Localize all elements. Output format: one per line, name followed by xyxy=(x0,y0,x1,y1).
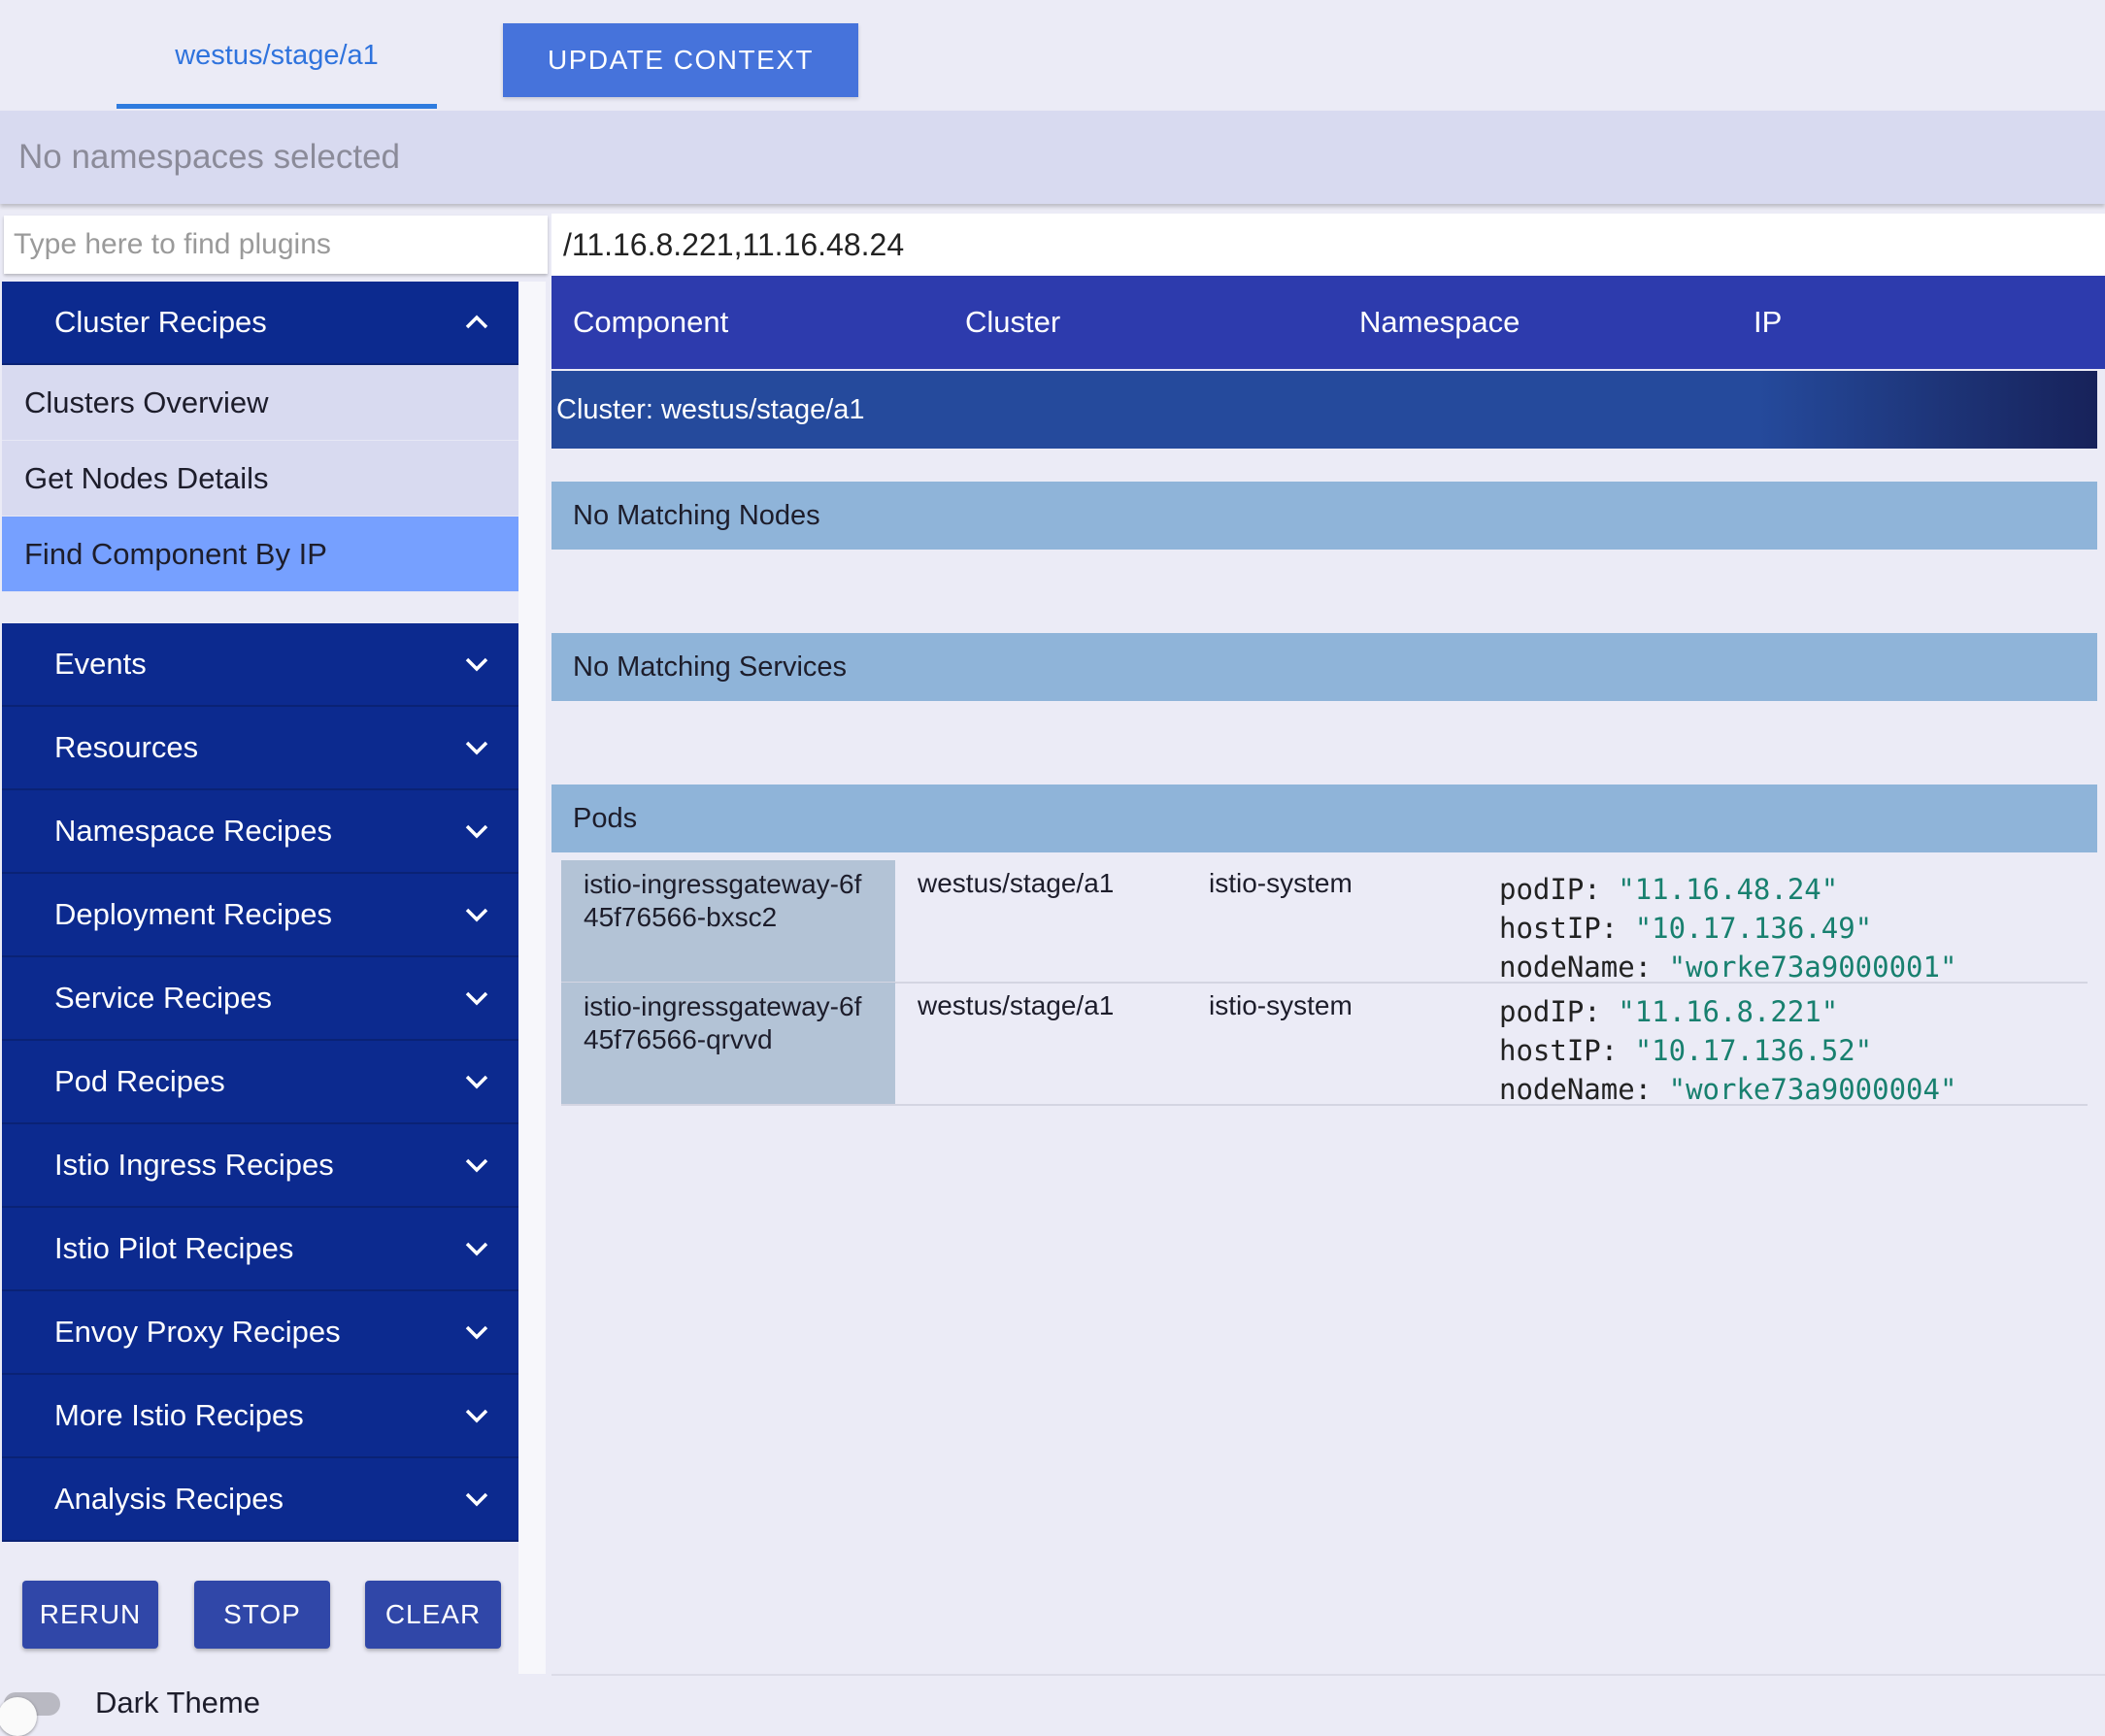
chevron-up-icon xyxy=(462,308,491,337)
group-label: Istio Pilot Recipes xyxy=(54,1231,294,1265)
group-namespace-recipes[interactable]: Namespace Recipes xyxy=(2,790,518,874)
chevron-down-icon xyxy=(462,1151,491,1180)
json-key: nodeName: xyxy=(1499,1073,1653,1106)
group-events[interactable]: Events xyxy=(2,623,518,707)
action-buttons: RERUN STOP CLEAR xyxy=(21,1581,507,1651)
section-pods: Pods xyxy=(551,785,2097,852)
chevron-down-icon xyxy=(462,1067,491,1096)
plugin-search-input[interactable] xyxy=(4,216,548,274)
column-cluster: Cluster xyxy=(965,305,1061,339)
column-namespace: Namespace xyxy=(1359,305,1520,339)
group-service-recipes[interactable]: Service Recipes xyxy=(2,957,518,1041)
ip-filter-input[interactable] xyxy=(551,214,2105,276)
json-key: hostIP: xyxy=(1499,1034,1619,1067)
group-cluster-recipes[interactable]: Cluster Recipes xyxy=(2,282,518,365)
chevron-down-icon xyxy=(462,1485,491,1514)
group-label: Events xyxy=(54,647,147,681)
group-istio-pilot-recipes[interactable]: Istio Pilot Recipes xyxy=(2,1208,518,1291)
pod-name-line: istio-ingressgateway-6f xyxy=(584,991,862,1021)
chevron-down-icon xyxy=(462,650,491,679)
chevron-down-icon xyxy=(462,1401,491,1430)
namespace-status: No namespaces selected xyxy=(18,138,400,176)
pod-cluster: westus/stage/a1 xyxy=(918,868,1115,898)
section-services: No Matching Services xyxy=(551,633,2097,701)
top-bar: westus/stage/a1 UPDATE CONTEXT xyxy=(0,0,2105,111)
node-name-value: "worke73a9000004" xyxy=(1668,1073,1957,1106)
sidebar-item-clusters-overview[interactable]: Clusters Overview xyxy=(2,365,518,441)
group-label: Analysis Recipes xyxy=(54,1482,284,1516)
recipe-group-list: Events Resources Namespace Recipes Deployme… xyxy=(2,623,518,1542)
group-label: Pod Recipes xyxy=(54,1064,225,1098)
host-ip-value: "10.17.136.49" xyxy=(1634,912,1873,945)
pod-cluster: westus/stage/a1 xyxy=(918,990,1115,1020)
pod-ip-value: "11.16.8.221" xyxy=(1618,995,1839,1028)
rerun-button[interactable]: RERUN xyxy=(22,1581,158,1649)
sidebar-item-get-nodes-details[interactable]: Get Nodes Details xyxy=(2,441,518,517)
group-envoy-proxy-recipes[interactable]: Envoy Proxy Recipes xyxy=(2,1291,518,1375)
results-bottom-border xyxy=(551,1674,2105,1676)
pod-name-cell: istio-ingressgateway-6f 45f76566-bxsc2 xyxy=(561,860,895,982)
pod-namespace: istio-system xyxy=(1209,868,1353,898)
results-table-header: Component Cluster Namespace IP xyxy=(551,276,2105,369)
column-component: Component xyxy=(573,305,729,339)
host-ip-value: "10.17.136.52" xyxy=(1634,1034,1873,1067)
node-name-value: "worke73a9000001" xyxy=(1668,951,1957,984)
pod-ip-details: podIP: "11.16.8.221" hostIP: "10.17.136.5… xyxy=(1499,992,1956,1109)
tab-active-indicator xyxy=(117,104,437,109)
group-label: More Istio Recipes xyxy=(54,1398,304,1432)
group-deployment-recipes[interactable]: Deployment Recipes xyxy=(2,874,518,957)
namespace-bar[interactable]: No namespaces selected xyxy=(0,111,2105,204)
results-panel: Component Cluster Namespace IP Cluster: … xyxy=(551,276,2105,1674)
sidebar-item-find-component-by-ip[interactable]: Find Component By IP xyxy=(2,517,518,592)
sidebar-divider xyxy=(518,282,546,1674)
tab-context[interactable]: westus/stage/a1 xyxy=(117,0,437,111)
pod-name-line: istio-ingressgateway-6f xyxy=(584,869,862,899)
group-analysis-recipes[interactable]: Analysis Recipes xyxy=(2,1458,518,1542)
chevron-down-icon xyxy=(462,1234,491,1263)
column-ip: IP xyxy=(1754,305,1783,339)
dark-theme-toggle[interactable] xyxy=(0,1692,60,1736)
pod-ip-details: podIP: "11.16.48.24" hostIP: "10.17.136.4… xyxy=(1499,870,1956,986)
group-label: Service Recipes xyxy=(54,981,272,1015)
pod-name-line: 45f76566-qrvvd xyxy=(584,1024,773,1054)
update-context-button[interactable]: UPDATE CONTEXT xyxy=(503,23,858,97)
group-label: Istio Ingress Recipes xyxy=(54,1148,334,1182)
group-istio-ingress-recipes[interactable]: Istio Ingress Recipes xyxy=(2,1124,518,1208)
chevron-down-icon xyxy=(462,900,491,929)
dark-theme-label: Dark Theme xyxy=(95,1686,260,1719)
json-key: podIP: xyxy=(1499,873,1601,906)
group-resources[interactable]: Resources xyxy=(2,707,518,790)
section-nodes: No Matching Nodes xyxy=(551,482,2097,550)
pod-ip-value: "11.16.48.24" xyxy=(1618,873,1839,906)
group-label: Envoy Proxy Recipes xyxy=(54,1315,341,1349)
json-key: nodeName: xyxy=(1499,951,1653,984)
json-key: hostIP: xyxy=(1499,912,1619,945)
pod-namespace: istio-system xyxy=(1209,990,1353,1020)
table-row[interactable]: istio-ingressgateway-6f 45f76566-qrvvd w… xyxy=(561,983,2088,1106)
group-label: Namespace Recipes xyxy=(54,814,333,848)
json-key: podIP: xyxy=(1499,995,1601,1028)
group-label: Deployment Recipes xyxy=(54,897,333,931)
chevron-down-icon xyxy=(462,1318,491,1347)
group-gap xyxy=(2,592,518,623)
toggle-knob[interactable] xyxy=(0,1697,37,1736)
chevron-down-icon xyxy=(462,817,491,846)
pod-name-line: 45f76566-bxsc2 xyxy=(584,902,778,932)
table-row[interactable]: istio-ingressgateway-6f 45f76566-bxsc2 w… xyxy=(561,860,2088,984)
dark-theme-toggle-row: Dark Theme xyxy=(0,1680,544,1736)
group-pod-recipes[interactable]: Pod Recipes xyxy=(2,1041,518,1124)
group-label: Cluster Recipes xyxy=(54,305,267,339)
chevron-down-icon xyxy=(462,733,491,762)
chevron-down-icon xyxy=(462,984,491,1013)
pod-name-cell: istio-ingressgateway-6f 45f76566-qrvvd xyxy=(561,983,895,1104)
stop-button[interactable]: STOP xyxy=(194,1581,330,1649)
group-label: Resources xyxy=(54,730,199,764)
group-more-istio-recipes[interactable]: More Istio Recipes xyxy=(2,1375,518,1458)
clear-button[interactable]: CLEAR xyxy=(365,1581,501,1649)
sidebar: Cluster Recipes Clusters Overview Get No… xyxy=(2,282,518,1542)
cluster-group-header: Cluster: westus/stage/a1 xyxy=(551,371,2097,449)
